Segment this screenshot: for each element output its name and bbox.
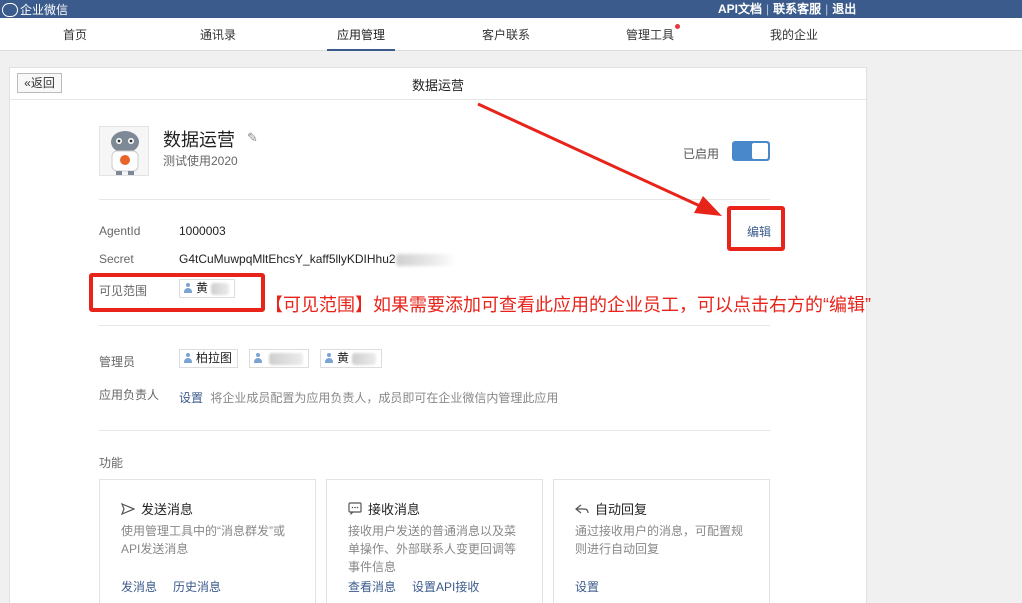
feature-card-send-message: 发送消息 使用管理工具中的“消息群发”或API发送消息 发消息 历史消息: [99, 479, 316, 603]
admin-name: 黄: [337, 351, 350, 365]
app-detail-panel: «返回 数据运营 数据运营 ✎ 测试使用2020 已启用 AgentId 100…: [9, 67, 867, 603]
admin-chip[interactable]: 黄: [320, 349, 383, 368]
enabled-status-label: 已启用: [683, 147, 720, 161]
secret-label: Secret: [99, 252, 134, 266]
section-divider: [99, 430, 770, 431]
panel-title: 数据运营: [411, 78, 464, 93]
features-section-label: 功能: [99, 456, 124, 470]
panel-header: «返回 数据运营: [10, 68, 866, 100]
app-owner-label: 应用负责人: [99, 388, 160, 402]
mascot-icon: [100, 127, 148, 175]
edit-name-pencil-icon[interactable]: ✎: [247, 130, 258, 146]
nav-my-company[interactable]: 我的企业: [770, 26, 818, 43]
top-bar: 企业微信 API文档 | 联系客服 | 退出: [0, 0, 1022, 18]
redacted-blur: [352, 352, 377, 365]
toggle-knob: [752, 143, 768, 159]
feature-card-receive-message: 接收消息 接收用户发送的普通消息以及菜单操作、外部联系人变更回调等事件信息 查看…: [326, 479, 543, 603]
card-title-row: 发送消息: [121, 499, 193, 518]
card-title-row: 自动回复: [575, 499, 647, 518]
admin-chip[interactable]: [249, 349, 309, 368]
person-icon: [253, 353, 263, 364]
section-divider: [99, 325, 770, 326]
nav-management-tools-label: 管理工具: [626, 28, 675, 42]
highlight-box-visible-scope: [89, 273, 265, 312]
card-description: 通过接收用户的消息，可配置规则进行自动回复: [575, 524, 744, 556]
admin-name: 柏拉图: [196, 351, 233, 365]
app-name: 数据运营: [163, 130, 235, 150]
agentid-value: 1000003: [179, 224, 226, 238]
nav-management-tools[interactable]: 管理工具: [626, 24, 681, 43]
app-avatar[interactable]: [99, 126, 149, 176]
owner-hint: 将企业成员配置为应用负责人，成员即可在企业微信内管理此应用: [210, 391, 559, 405]
app-owner-row: 设置 将企业成员配置为应用负责人，成员即可在企业微信内管理此应用: [179, 389, 558, 406]
logout-link[interactable]: 退出: [832, 0, 856, 17]
card-title: 发送消息: [141, 502, 194, 517]
top-links: API文档 | 联系客服 | 退出: [718, 0, 857, 17]
person-icon: [183, 353, 193, 364]
card-description: 接收用户发送的普通消息以及菜单操作、外部联系人变更回调等事件信息: [348, 524, 517, 574]
redacted-blur: [395, 253, 456, 266]
send-message-link[interactable]: 发消息: [121, 578, 157, 595]
chat-icon: [348, 502, 362, 515]
set-owner-link[interactable]: 设置: [179, 391, 203, 405]
card-description: 使用管理工具中的“消息群发”或API发送消息: [121, 524, 285, 556]
card-title: 接收消息: [368, 502, 421, 517]
auto-reply-settings-link[interactable]: 设置: [575, 578, 599, 595]
view-messages-link[interactable]: 查看消息: [348, 578, 396, 595]
app-description: 测试使用2020: [163, 154, 238, 168]
api-docs-link[interactable]: API文档: [718, 0, 762, 17]
secret-value: G4tCuMuwpqMltEhcsY_kaff5llyKDIHhu2: [179, 252, 396, 266]
highlight-box-edit: [727, 206, 785, 251]
chat-bubble-icon: [2, 2, 18, 17]
contact-support-link[interactable]: 联系客服: [773, 0, 821, 17]
send-icon: [121, 502, 135, 515]
reply-icon: [575, 504, 589, 513]
notification-dot: [675, 24, 681, 29]
card-actions: 设置: [575, 578, 599, 595]
nav-customer-contact[interactable]: 客户联系: [482, 26, 530, 43]
nav-contacts[interactable]: 通讯录: [200, 26, 236, 43]
card-title: 自动回复: [595, 502, 648, 517]
enable-toggle[interactable]: [732, 141, 770, 161]
message-history-link[interactable]: 历史消息: [173, 578, 221, 595]
annotation-text: 【可见范围】如果需要添加可查看此应用的企业员工，可以点击右方的“编辑”: [265, 295, 871, 315]
brand-name: 企业微信: [20, 3, 69, 17]
main-nav: 首页 通讯录 应用管理 客户联系 管理工具 我的企业: [0, 18, 1022, 51]
redacted-blur: [269, 352, 303, 365]
secret-value-row: G4tCuMuwpqMltEhcsY_kaff5llyKDIHhu2: [179, 252, 456, 266]
card-actions: 查看消息 设置API接收: [348, 578, 479, 595]
person-icon: [324, 353, 334, 364]
nav-app-management[interactable]: 应用管理: [327, 26, 396, 51]
card-actions: 发消息 历史消息: [121, 578, 221, 595]
admin-chip[interactable]: 柏拉图: [179, 349, 239, 368]
agentid-label: AgentId: [99, 224, 141, 238]
feature-card-auto-reply: 自动回复 通过接收用户的消息，可配置规则进行自动回复 设置: [553, 479, 770, 603]
section-divider: [99, 199, 770, 200]
nav-home[interactable]: 首页: [63, 26, 87, 43]
brand-logo[interactable]: 企业微信: [2, 1, 68, 18]
set-api-receive-link[interactable]: 设置API接收: [412, 578, 479, 595]
card-title-row: 接收消息: [348, 499, 420, 518]
admins-label: 管理员: [99, 355, 136, 369]
